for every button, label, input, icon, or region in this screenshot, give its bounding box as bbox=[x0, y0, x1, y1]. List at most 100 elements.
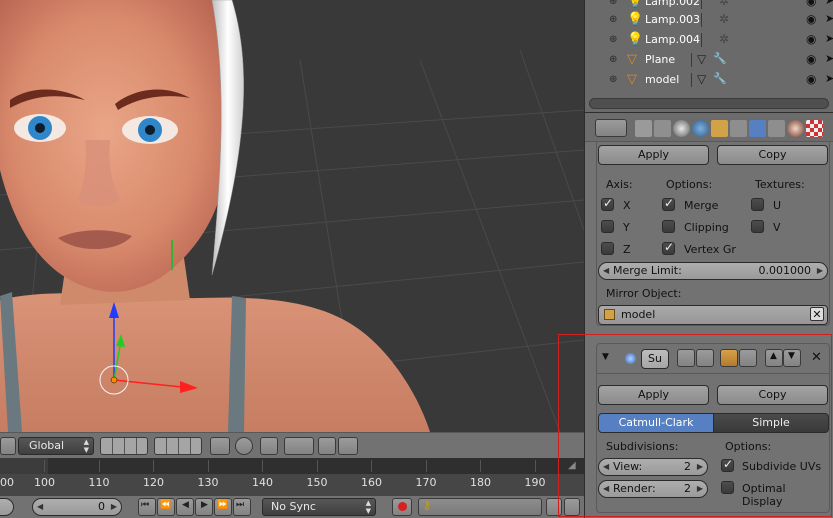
modifiers-tab-icon[interactable] bbox=[749, 120, 766, 137]
proportional-edit-icon[interactable] bbox=[235, 437, 253, 455]
sync-dropdown[interactable]: No Sync ▲ ▼ bbox=[262, 498, 376, 516]
axis-x-checkbox[interactable] bbox=[601, 196, 614, 211]
record-icon[interactable] bbox=[392, 498, 412, 516]
layer-buttons-2[interactable] bbox=[154, 437, 202, 455]
outliner-row[interactable]: ⊕ 💡Lamp.003 ✲ ◉ ➤ bbox=[585, 10, 833, 30]
outliner[interactable]: ⊕💡Lamp.002✲◉➤⊕💡Lamp.003✲◉➤⊕💡Lamp.004✲◉➤⊕… bbox=[584, 0, 833, 112]
clipping-checkbox[interactable] bbox=[662, 220, 675, 233]
expand-icon[interactable]: ⊕ bbox=[609, 54, 617, 65]
eye-icon[interactable]: ◉ bbox=[806, 0, 816, 8]
mesh-data-icon[interactable]: ▽ bbox=[697, 52, 706, 66]
on-cage-icon[interactable] bbox=[739, 349, 757, 367]
insert-keyframe-icon[interactable] bbox=[546, 498, 562, 516]
mesh-data-icon[interactable]: ▽ bbox=[697, 72, 706, 86]
object-tab-icon[interactable] bbox=[711, 120, 728, 137]
editmode-visibility-icon[interactable] bbox=[720, 349, 738, 367]
merge-limit-field[interactable]: ◀ Merge Limit: 0.001000 ▶ bbox=[598, 262, 828, 280]
subsurf-copy-button[interactable]: Copy bbox=[717, 385, 828, 405]
render-layers-tab-icon[interactable] bbox=[654, 120, 671, 137]
jump-start-icon[interactable]: ⏮ bbox=[138, 498, 156, 516]
scene-tab-icon[interactable] bbox=[673, 120, 690, 137]
3d-viewport[interactable] bbox=[0, 0, 584, 432]
subdivide-uvs-checkbox[interactable] bbox=[721, 457, 734, 472]
data-tab-icon[interactable] bbox=[768, 120, 785, 137]
expand-icon[interactable]: ⊕ bbox=[609, 0, 617, 7]
axis-z-checkbox[interactable] bbox=[601, 242, 614, 255]
timeline-tick-mark bbox=[207, 460, 209, 472]
pivot-icon[interactable] bbox=[0, 437, 16, 455]
outliner-row[interactable]: ⊕ 💡Lamp.004 ✲ ◉ ➤ bbox=[585, 30, 833, 50]
catmull-clark-tab[interactable]: Catmull-Clark bbox=[598, 413, 714, 433]
expand-icon[interactable]: ⊕ bbox=[609, 34, 617, 45]
texture-tab-icon[interactable] bbox=[806, 120, 823, 137]
viewport-visibility-icon[interactable] bbox=[696, 349, 714, 367]
mirror-copy-button[interactable]: Copy bbox=[717, 145, 828, 165]
texture-v-label: V bbox=[773, 221, 781, 234]
prev-keyframe-icon[interactable]: ⏪ bbox=[157, 498, 175, 516]
render-camera-icon[interactable] bbox=[318, 437, 336, 455]
start-frame-field[interactable] bbox=[0, 498, 14, 516]
remove-modifier-icon[interactable]: ✕ bbox=[811, 350, 822, 365]
merge-checkbox[interactable] bbox=[662, 196, 675, 211]
layer-lock-icon[interactable] bbox=[210, 437, 230, 455]
expand-icon[interactable]: ⊕ bbox=[609, 14, 617, 25]
select-arrow-icon[interactable]: ➤ bbox=[825, 12, 833, 25]
material-tab-icon[interactable] bbox=[787, 120, 804, 137]
delete-keyframe-icon[interactable] bbox=[564, 498, 580, 516]
render-visibility-icon[interactable] bbox=[677, 349, 695, 367]
outliner-row[interactable]: ⊕ ▽ Plane ▽ 🔧 ◉ ➤ bbox=[585, 50, 833, 70]
mirror-apply-button[interactable]: Apply bbox=[598, 145, 709, 165]
axis-y-label: Y bbox=[623, 221, 630, 234]
timeline-ruler[interactable]: 00 100 110 120 130 140 150 160 170 180 190 ◢ bbox=[0, 458, 584, 496]
simple-tab[interactable]: Simple bbox=[713, 413, 829, 433]
layer-buttons-1[interactable] bbox=[100, 437, 148, 455]
jump-end-icon[interactable]: ⏭ bbox=[233, 498, 251, 516]
lamp-data-icon[interactable]: ✲ bbox=[719, 32, 729, 46]
outliner-row[interactable]: ⊕ ▽ model ▽ 🔧 ◉ ➤ bbox=[585, 70, 833, 90]
play-reverse-icon[interactable]: ◀ bbox=[176, 498, 194, 516]
resize-grip-icon[interactable]: ◢ bbox=[568, 460, 580, 472]
move-up-icon[interactable]: ▲ bbox=[765, 349, 783, 367]
eye-icon[interactable]: ◉ bbox=[806, 12, 816, 26]
outliner-scrollbar[interactable] bbox=[589, 98, 829, 109]
select-arrow-icon[interactable]: ➤ bbox=[825, 72, 833, 85]
lamp-icon: 💡 bbox=[627, 0, 644, 9]
orientation-dropdown[interactable]: Global ▲ ▼ bbox=[18, 437, 94, 455]
render-animation-icon[interactable] bbox=[338, 437, 358, 455]
next-keyframe-icon[interactable]: ⏩ bbox=[214, 498, 232, 516]
snap-magnet-icon[interactable] bbox=[260, 437, 278, 455]
eye-icon[interactable]: ◉ bbox=[806, 32, 816, 46]
select-arrow-icon[interactable]: ➤ bbox=[825, 52, 833, 65]
lamp-data-icon[interactable]: ✲ bbox=[719, 0, 729, 8]
view-levels-field[interactable]: ◀ View: 2 ▶ bbox=[598, 458, 708, 476]
subsurf-apply-button[interactable]: Apply bbox=[598, 385, 709, 405]
wrench-icon[interactable]: 🔧 bbox=[713, 52, 727, 65]
clear-object-icon[interactable]: ✕ bbox=[810, 307, 824, 321]
current-frame-field[interactable]: ◀ 0 ▶ bbox=[32, 498, 122, 516]
vertex-groups-checkbox[interactable] bbox=[662, 240, 675, 255]
render-levels-field[interactable]: ◀ Render: 2 ▶ bbox=[598, 480, 708, 498]
keying-set-field[interactable]: ⚷ bbox=[418, 498, 542, 516]
select-arrow-icon[interactable]: ➤ bbox=[825, 0, 833, 7]
move-down-icon[interactable]: ▼ bbox=[783, 349, 801, 367]
mirror-object-field[interactable]: model ✕ bbox=[598, 305, 828, 325]
texture-v-checkbox[interactable] bbox=[751, 220, 764, 233]
viewport-header: Global ▲ ▼ bbox=[0, 432, 584, 458]
render-tab-icon[interactable] bbox=[635, 120, 652, 137]
editor-type-icon[interactable] bbox=[595, 119, 627, 137]
optimal-display-checkbox[interactable] bbox=[721, 481, 734, 494]
snap-element-icon[interactable] bbox=[284, 437, 314, 455]
collapse-arrow-icon[interactable]: ▼ bbox=[602, 352, 609, 362]
eye-icon[interactable]: ◉ bbox=[806, 72, 816, 86]
lamp-data-icon[interactable]: ✲ bbox=[719, 12, 729, 26]
modifier-name-field[interactable]: Su bbox=[641, 349, 669, 369]
eye-icon[interactable]: ◉ bbox=[806, 52, 816, 66]
constraints-tab-icon[interactable] bbox=[730, 120, 747, 137]
play-icon[interactable]: ▶ bbox=[195, 498, 213, 516]
axis-y-checkbox[interactable] bbox=[601, 220, 614, 233]
expand-icon[interactable]: ⊕ bbox=[609, 74, 617, 85]
wrench-icon[interactable]: 🔧 bbox=[713, 72, 727, 85]
texture-u-checkbox[interactable] bbox=[751, 198, 764, 211]
world-tab-icon[interactable] bbox=[692, 120, 709, 137]
select-arrow-icon[interactable]: ➤ bbox=[825, 32, 833, 45]
